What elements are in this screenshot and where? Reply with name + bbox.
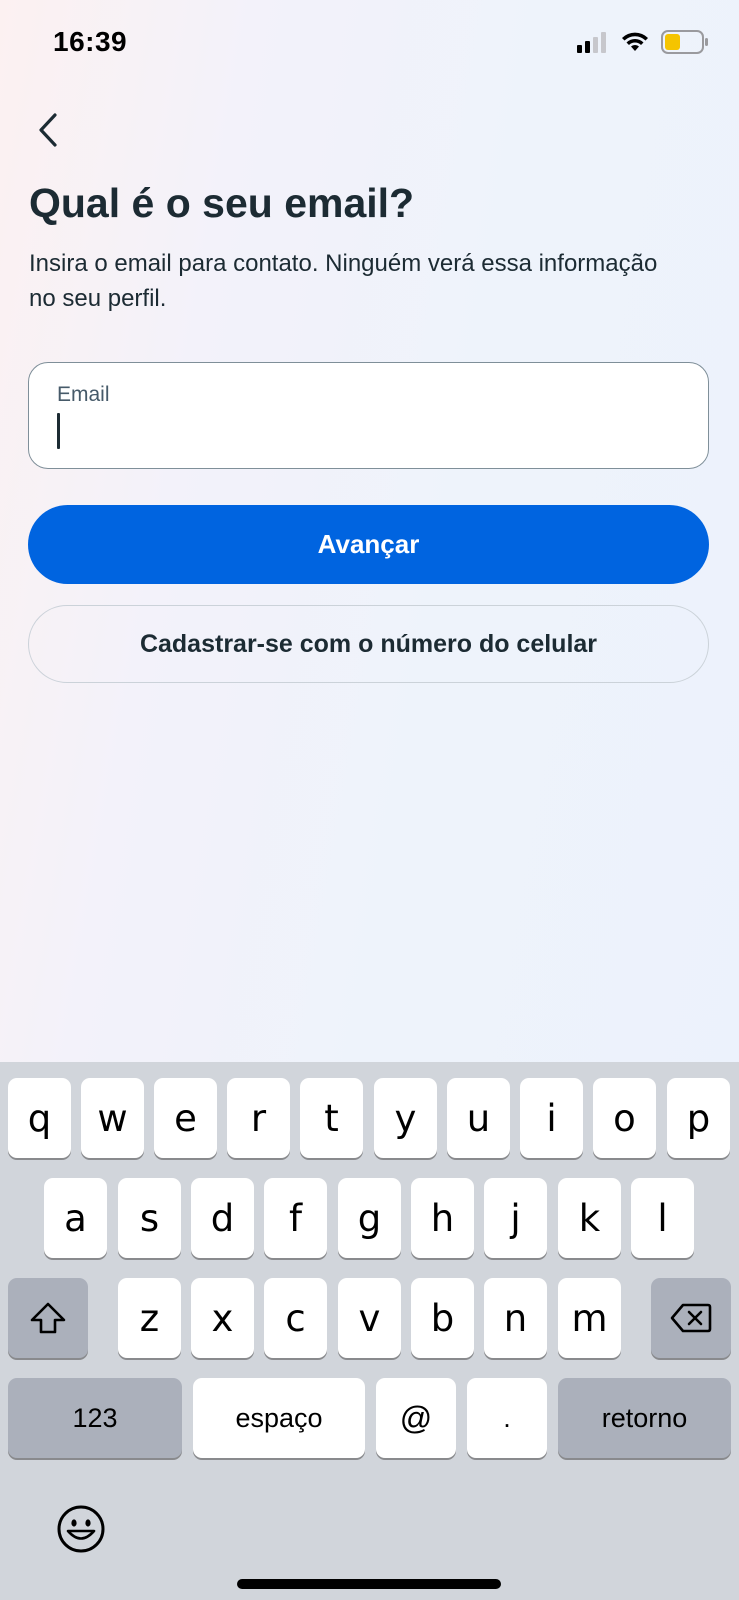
home-indicator — [237, 1579, 501, 1589]
wifi-icon — [622, 32, 648, 51]
keyboard: q w e r t y u i o p a s d f g h j k l z … — [0, 1062, 739, 1600]
page-title: Qual é o seu email? — [29, 180, 415, 226]
key-c[interactable]: c — [264, 1278, 327, 1358]
key-p[interactable]: p — [667, 1078, 730, 1158]
key-f[interactable]: f — [264, 1178, 327, 1258]
key-m[interactable]: m — [558, 1278, 621, 1358]
status-icons — [577, 30, 709, 54]
key-k[interactable]: k — [558, 1178, 621, 1258]
email-field[interactable]: Email — [28, 362, 709, 469]
phone-signup-button[interactable]: Cadastrar-se com o número do celular — [28, 605, 709, 683]
at-key[interactable]: @ — [376, 1378, 456, 1458]
key-o[interactable]: o — [593, 1078, 656, 1158]
battery-icon — [661, 30, 708, 54]
chevron-left-icon — [39, 113, 57, 147]
back-button[interactable] — [28, 108, 68, 152]
key-t[interactable]: t — [300, 1078, 363, 1158]
key-q[interactable]: q — [8, 1078, 71, 1158]
numbers-key[interactable]: 123 — [8, 1378, 182, 1458]
key-j[interactable]: j — [484, 1178, 547, 1258]
key-u[interactable]: u — [447, 1078, 510, 1158]
key-y[interactable]: y — [374, 1078, 437, 1158]
key-h[interactable]: h — [411, 1178, 474, 1258]
space-key[interactable]: espaço — [193, 1378, 365, 1458]
email-input[interactable] — [53, 411, 681, 451]
next-button[interactable]: Avançar — [28, 505, 709, 584]
key-w[interactable]: w — [81, 1078, 144, 1158]
dot-key[interactable]: . — [467, 1378, 547, 1458]
emoji-icon[interactable] — [56, 1504, 106, 1554]
return-key[interactable]: retorno — [558, 1378, 731, 1458]
key-g[interactable]: g — [338, 1178, 401, 1258]
key-s[interactable]: s — [118, 1178, 181, 1258]
delete-icon — [670, 1303, 712, 1333]
delete-key[interactable] — [651, 1278, 731, 1358]
key-a[interactable]: a — [44, 1178, 107, 1258]
key-l[interactable]: l — [631, 1178, 694, 1258]
status-time: 16:39 — [53, 26, 128, 57]
key-e[interactable]: e — [154, 1078, 217, 1158]
key-i[interactable]: i — [520, 1078, 583, 1158]
key-d[interactable]: d — [191, 1178, 254, 1258]
key-x[interactable]: x — [191, 1278, 254, 1358]
page-subtitle: Insira o email para contato. Ninguém ver… — [29, 250, 658, 312]
status-bar: 16:39 — [0, 0, 739, 90]
email-label: Email — [57, 383, 110, 406]
shift-icon — [30, 1302, 66, 1334]
key-z[interactable]: z — [118, 1278, 181, 1358]
text-caret — [57, 413, 60, 449]
key-b[interactable]: b — [411, 1278, 474, 1358]
key-v[interactable]: v — [338, 1278, 401, 1358]
cellular-signal-icon — [577, 32, 606, 53]
shift-key[interactable] — [8, 1278, 88, 1358]
key-r[interactable]: r — [227, 1078, 290, 1158]
key-n[interactable]: n — [484, 1278, 547, 1358]
